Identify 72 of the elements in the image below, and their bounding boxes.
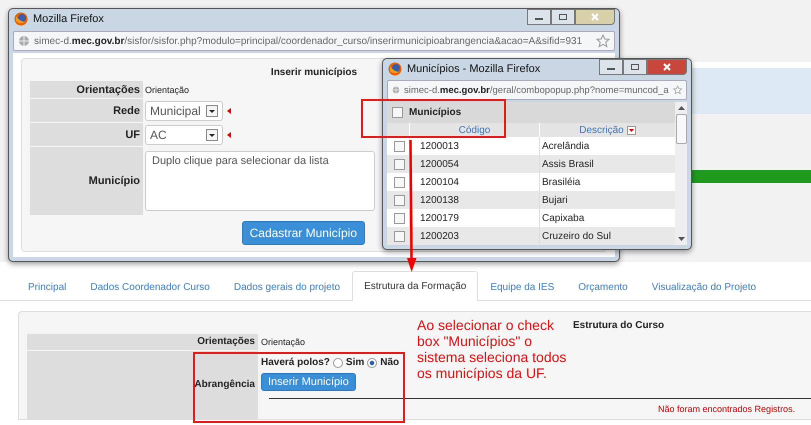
field-label: UF — [125, 128, 140, 140]
checkbox[interactable] — [394, 194, 404, 206]
column-header[interactable]: Descrição — [579, 124, 624, 136]
browser-icon — [14, 12, 28, 26]
table-cell: 1200203 — [420, 230, 459, 242]
url-text: simec-d.mec.gov.br/sisfor/sisfor.php?modulo=principal/coordenador_curso/inserirmunicipioabrangencia&acao=A&sifid=931 — [34, 36, 584, 46]
tab[interactable]: Dados gerais do projeto — [222, 273, 352, 301]
window-title: Municípios - Mozilla Firefox — [407, 62, 540, 75]
maximize-button[interactable] — [551, 9, 575, 25]
close-button[interactable] — [575, 9, 615, 25]
section-title: Estrutura do Curso — [573, 320, 664, 331]
tab[interactable]: Dados Coordenador Curso — [78, 273, 222, 301]
browser-icon — [388, 62, 402, 76]
field-label: Abrangência — [194, 378, 255, 392]
scroll-up-icon — [676, 105, 686, 111]
dropdown[interactable]: AC — [145, 124, 223, 144]
table-title: Municípios — [409, 107, 462, 118]
radio-label: Sim — [346, 356, 364, 370]
table-cell: 1200013 — [420, 140, 459, 152]
municipality-field[interactable]: Duplo clique para selecionar da lista — [145, 151, 375, 211]
url-text: simec-d.mec.gov.br/geral/combopopup.php?nome=muncod_a — [404, 84, 669, 96]
checkbox[interactable] — [394, 212, 404, 224]
table-cell: 1200179 — [420, 212, 459, 224]
checkbox[interactable] — [394, 158, 404, 170]
radio-button[interactable] — [367, 358, 378, 368]
scrollbar-thumb[interactable] — [676, 114, 686, 144]
close-icon — [590, 13, 600, 21]
register-button[interactable]: Cadastrar Município — [242, 221, 365, 245]
table-cell: 1200054 — [420, 158, 459, 170]
scroll-down-icon — [676, 236, 686, 242]
checkbox[interactable] — [394, 140, 404, 152]
field-label: Orientações — [76, 84, 140, 96]
table-cell: 1200138 — [420, 194, 459, 206]
form-title: Inserir municípios — [270, 67, 358, 78]
radio-label: Não — [380, 356, 400, 370]
star-icon[interactable] — [672, 83, 682, 98]
maximize-icon — [630, 63, 640, 71]
maximize-button[interactable] — [623, 59, 647, 75]
field-label: Rede — [113, 104, 140, 116]
field-value: Orientação — [145, 84, 190, 94]
annotation-text: Ao selecionar o check box "Municípios" o sistema seleciona todos os municípios da UF. — [417, 317, 567, 381]
sort-icon — [626, 126, 636, 134]
tab[interactable]: Orçamento — [566, 273, 640, 301]
insert-button[interactable]: Inserir Município — [261, 373, 356, 391]
scrollbar[interactable] — [675, 102, 687, 245]
address-bar[interactable]: simec-d.mec.gov.br/sisfor/sisfor.php?modulo=principal/coordenador_curso/inserirmunicipioabrangencia&acao=A&sifid=931 — [13, 31, 615, 51]
checkbox[interactable] — [394, 230, 404, 242]
maximize-icon — [558, 13, 568, 21]
column-header[interactable]: Código — [458, 124, 490, 136]
question-label: Haverá polos? — [261, 356, 330, 370]
close-button[interactable] — [647, 59, 687, 75]
field-value: Orientação — [261, 337, 306, 347]
tab[interactable]: Estrutura da Formação — [352, 271, 478, 301]
radio-button[interactable] — [332, 358, 343, 368]
close-icon — [662, 63, 672, 71]
tab[interactable]: Equipe da IES — [478, 273, 566, 301]
tab[interactable]: Principal — [16, 273, 78, 301]
globe-icon — [18, 35, 30, 47]
empty-message: Não foram encontrados Registros. — [658, 403, 796, 416]
dropdown[interactable]: Municipal — [145, 100, 223, 120]
address-bar[interactable]: simec-d.mec.gov.br/geral/combopopup.php?nome=muncod_a — [387, 80, 687, 100]
minimize-button[interactable] — [599, 59, 623, 75]
checkbox[interactable] — [394, 176, 404, 188]
table-cell: 1200104 — [420, 176, 459, 188]
field-label: Orientações — [27, 334, 258, 350]
globe-icon — [392, 84, 400, 96]
select-all-checkbox[interactable] — [392, 107, 403, 118]
window-title: Mozilla Firefox — [33, 13, 104, 25]
field-label: Município — [88, 175, 140, 187]
tab[interactable]: Visualização do Projeto — [640, 273, 768, 301]
star-icon[interactable] — [596, 34, 610, 48]
minimize-button[interactable] — [527, 9, 551, 25]
